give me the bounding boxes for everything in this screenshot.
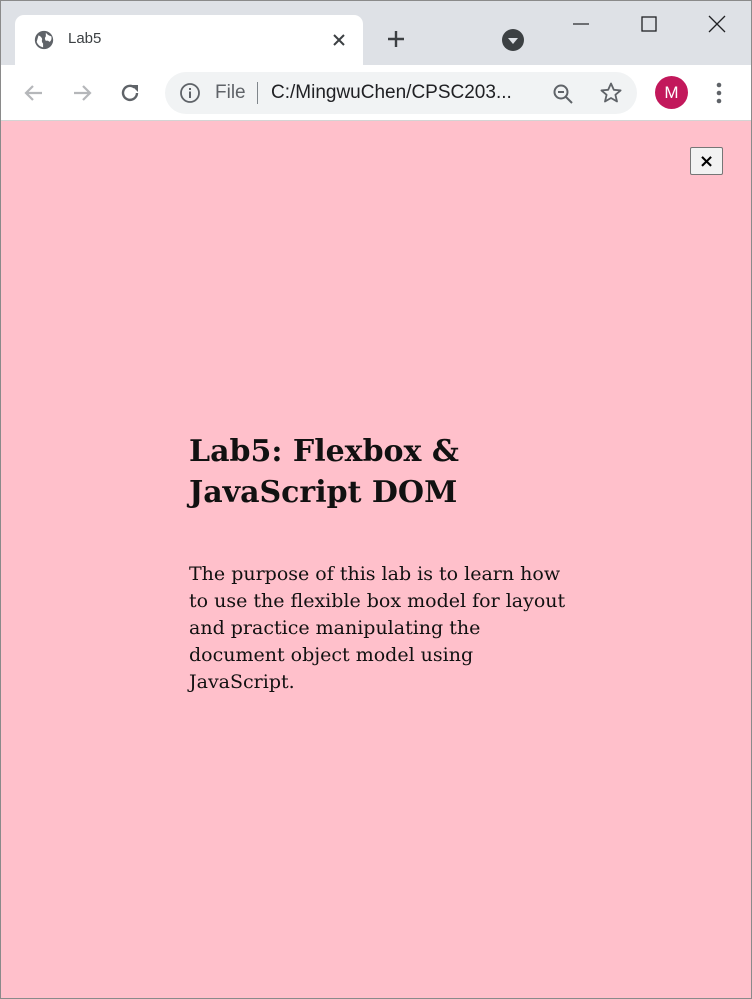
reload-icon[interactable]	[117, 80, 143, 106]
more-vert-icon[interactable]	[707, 80, 731, 106]
tab-search-icon[interactable]	[501, 28, 525, 52]
minimize-icon[interactable]	[570, 13, 592, 35]
zoom-out-icon[interactable]	[551, 82, 575, 106]
tab-lab5[interactable]: Lab5	[15, 15, 363, 65]
new-tab-icon[interactable]	[384, 27, 408, 51]
tab-strip: Lab5	[1, 1, 751, 65]
maximize-icon[interactable]	[638, 13, 660, 35]
window-close-icon[interactable]	[706, 13, 728, 35]
info-icon[interactable]	[179, 82, 201, 104]
url-text[interactable]: C:/MingwuChen/CPSC203...	[271, 82, 512, 104]
scheme-label: File	[215, 82, 246, 103]
close-tab-icon[interactable]	[329, 30, 349, 50]
profile-avatar[interactable]: M	[655, 76, 688, 109]
page-description: The purpose of this lab is to learn how …	[189, 563, 566, 693]
close-button[interactable]: ×	[690, 147, 723, 175]
page-content: × Lab5: Flexbox & JavaScript DOM The pur…	[1, 121, 751, 998]
page-title: Lab5: Flexbox & JavaScript DOM	[189, 434, 459, 510]
bookmark-star-icon[interactable]	[599, 81, 623, 105]
browser-window: Lab5 File C:/MingwuChen/CPSC203... M × L…	[0, 0, 752, 999]
tab-title: Lab5	[68, 30, 102, 47]
globe-icon	[34, 30, 54, 50]
forward-arrow-icon[interactable]	[69, 80, 95, 106]
browser-toolbar: File C:/MingwuChen/CPSC203... M	[1, 65, 751, 121]
omnibox-divider	[257, 82, 258, 104]
address-bar[interactable]: File C:/MingwuChen/CPSC203...	[165, 72, 637, 114]
back-arrow-icon[interactable]	[21, 80, 47, 106]
